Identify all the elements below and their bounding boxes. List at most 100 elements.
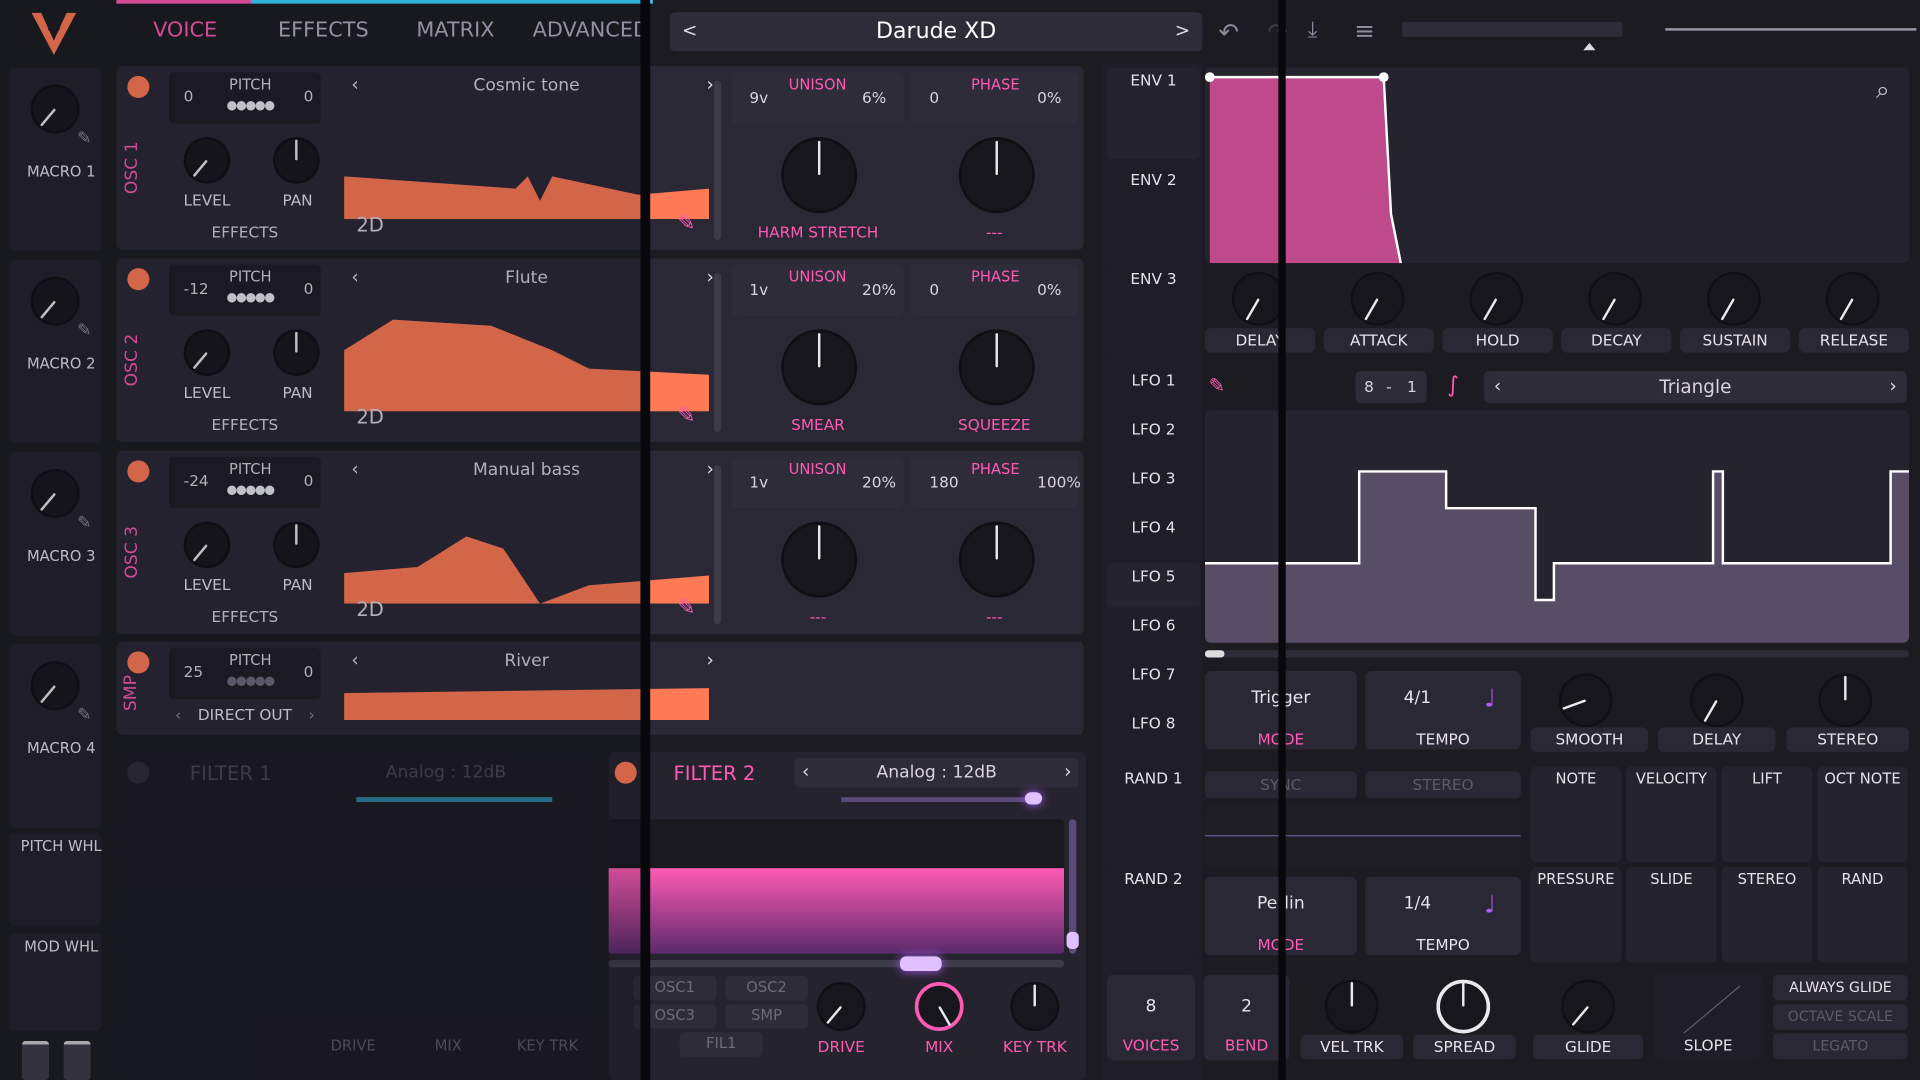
lfo-tab[interactable]: LFO 5	[1106, 563, 1201, 608]
filter1-model[interactable]: Analog : 12dB	[386, 763, 506, 783]
lfo-smooth-knob[interactable]	[1558, 673, 1613, 728]
menu-icon[interactable]: ≡	[1354, 16, 1375, 45]
wavetable-display[interactable]	[344, 487, 709, 604]
env-knob[interactable]	[1588, 271, 1643, 326]
unison-voices[interactable]: 9v	[749, 88, 768, 106]
volume-marker-icon[interactable]	[1583, 42, 1596, 51]
wavetable-edit-icon[interactable]: ✎	[677, 595, 695, 621]
filter2-cutoff-handle[interactable]	[1024, 792, 1043, 805]
phase-random[interactable]: 0%	[1037, 88, 1061, 106]
lfo-tab[interactable]: LFO 6	[1106, 612, 1201, 657]
osc-pitch-box[interactable]: 0 PITCH 0 ●●●●●	[168, 72, 321, 124]
wave-morph-knob[interactable]	[958, 329, 1035, 406]
osc-effects-selector[interactable]: EFFECTS	[169, 607, 321, 625]
osc-wavetable-name-bar[interactable]: ‹ Manual bass ›	[349, 458, 713, 482]
wave-next-icon[interactable]: ›	[707, 266, 714, 288]
macro-edit-icon[interactable]: ✎	[77, 129, 91, 149]
lfo-smooth-curve-icon[interactable]: ∫	[1447, 372, 1458, 398]
phase-box[interactable]: 0 PHASE 0%	[909, 264, 1079, 316]
phase-random[interactable]: 0%	[1037, 280, 1061, 298]
filter2-resonance-slider[interactable]	[1066, 819, 1079, 954]
pitch-wheel-slider[interactable]	[22, 1040, 49, 1080]
tab-matrix[interactable]: MATRIX	[416, 18, 494, 42]
filter2-cutoff-track[interactable]	[841, 797, 1038, 803]
legato-toggle[interactable]: LEGATO	[1773, 1033, 1908, 1060]
wave-next-icon[interactable]: ›	[707, 458, 714, 480]
source-tile[interactable]: RAND	[1817, 866, 1908, 963]
macro-panel[interactable]: ✎ MACRO 1	[8, 67, 102, 252]
osc-level-knob[interactable]	[183, 521, 231, 569]
glide-knob[interactable]	[1561, 979, 1616, 1034]
lfo-stereo-knob[interactable]	[1818, 673, 1873, 728]
unison-detune[interactable]: 20%	[862, 473, 896, 491]
lfo-tab[interactable]: LFO 7	[1106, 661, 1201, 706]
spectral-morph-selector[interactable]: SMEAR	[732, 415, 903, 433]
env-tab[interactable]: ENV 2	[1106, 166, 1201, 259]
tab-advanced[interactable]: ADVANCED	[533, 18, 649, 42]
sampler-direct-out[interactable]: ‹ DIRECT OUT ›	[169, 705, 321, 723]
phase-value[interactable]: 0	[929, 88, 939, 106]
wave-morph-selector[interactable]: SQUEEZE	[910, 415, 1079, 433]
osc-pitch-coarse[interactable]: -12	[184, 279, 209, 297]
lfo-tab[interactable]: LFO 2	[1106, 416, 1201, 461]
filter2-route-button[interactable]: SMP	[724, 1004, 809, 1029]
filter2-power-button[interactable]	[614, 761, 637, 784]
wave-morph-knob[interactable]	[958, 137, 1035, 214]
osc-power-button[interactable]	[127, 460, 150, 483]
wave-morph-knob[interactable]	[958, 521, 1035, 598]
vel-trk-knob[interactable]	[1324, 979, 1379, 1034]
lfo-grid-size[interactable]: 8 - 1	[1355, 371, 1427, 403]
sampler-pitch-box[interactable]: 25 PITCH 0 ●●●●●	[168, 647, 321, 700]
osc-effects-selector[interactable]: EFFECTS	[169, 223, 321, 241]
filter2-model-next-icon[interactable]: ›	[1064, 760, 1071, 782]
osc-level-knob[interactable]	[183, 137, 231, 184]
spectral-morph-knob[interactable]	[781, 329, 858, 406]
env-knob[interactable]	[1825, 271, 1880, 326]
lfo-shape-selector[interactable]: ‹ Triangle ›	[1484, 371, 1907, 403]
filter2-route-button[interactable]: OSC2	[724, 975, 809, 1001]
undo-icon[interactable]: ↶	[1218, 17, 1239, 46]
voices-box[interactable]: 8 VOICES	[1106, 974, 1196, 1061]
filter2-blend-slider[interactable]	[608, 956, 1065, 972]
mod-wheel-slider[interactable]	[63, 1040, 91, 1080]
osc-power-button[interactable]	[127, 75, 150, 98]
osc-pan-knob[interactable]	[273, 329, 320, 376]
preset-next-icon[interactable]: >	[1175, 20, 1190, 42]
osc-wavetable-name-bar[interactable]: ‹ Flute ›	[349, 266, 713, 290]
spectral-morph-knob[interactable]	[781, 137, 858, 214]
unison-detune[interactable]: 20%	[862, 280, 896, 298]
wavetable-dimension[interactable]: 2D	[356, 598, 384, 621]
octave-scale-toggle[interactable]: OCTAVE SCALE	[1773, 1004, 1908, 1030]
osc-pitch-coarse[interactable]: 0	[184, 87, 194, 105]
rand-tempo-note-icon[interactable]: ♩	[1484, 889, 1496, 918]
tab-effects[interactable]: EFFECTS	[278, 18, 369, 42]
osc-pitch-fine[interactable]: 0	[304, 87, 314, 105]
env-tab[interactable]: ENV 3	[1106, 265, 1201, 358]
lfo-tab[interactable]: LFO 3	[1106, 465, 1201, 510]
wavetable-display[interactable]	[344, 103, 709, 220]
rand-tab[interactable]: RAND 1	[1106, 765, 1201, 859]
macro-knob[interactable]	[30, 84, 80, 134]
lfo-tab[interactable]: LFO 4	[1106, 514, 1201, 559]
lfo-tab[interactable]: LFO 1	[1106, 367, 1201, 412]
source-tile[interactable]: OCT NOTE	[1817, 766, 1908, 863]
spectral-morph-selector[interactable]: ---	[732, 607, 903, 625]
phase-value[interactable]: 180	[929, 473, 958, 491]
pitch-wheel-panel[interactable]: PITCH WHL	[8, 832, 102, 926]
macro-edit-icon[interactable]: ✎	[77, 705, 91, 725]
wavetable-display[interactable]	[344, 295, 709, 412]
lfo-scroll[interactable]	[1204, 650, 1909, 658]
source-tile[interactable]: LIFT	[1721, 766, 1813, 863]
source-tile[interactable]: SLIDE	[1626, 866, 1717, 963]
spread-knob[interactable]	[1436, 979, 1491, 1034]
sample-name-bar[interactable]: ‹ River ›	[349, 649, 713, 673]
filter1-power-button[interactable]	[127, 761, 150, 784]
osc-power-button[interactable]	[127, 268, 150, 291]
unison-box[interactable]: 1v UNISON 20%	[732, 264, 904, 316]
macro-panel[interactable]: ✎ MACRO 3	[8, 451, 102, 636]
osc-effects-selector[interactable]: EFFECTS	[169, 415, 321, 433]
filter1-cutoff-slider[interactable]	[356, 797, 553, 803]
macro-panel[interactable]: ✎ MACRO 2	[8, 259, 102, 444]
always-glide-toggle[interactable]: ALWAYS GLIDE	[1773, 974, 1908, 1001]
envelope-zoom-icon[interactable]: ⌕	[1876, 75, 1890, 104]
